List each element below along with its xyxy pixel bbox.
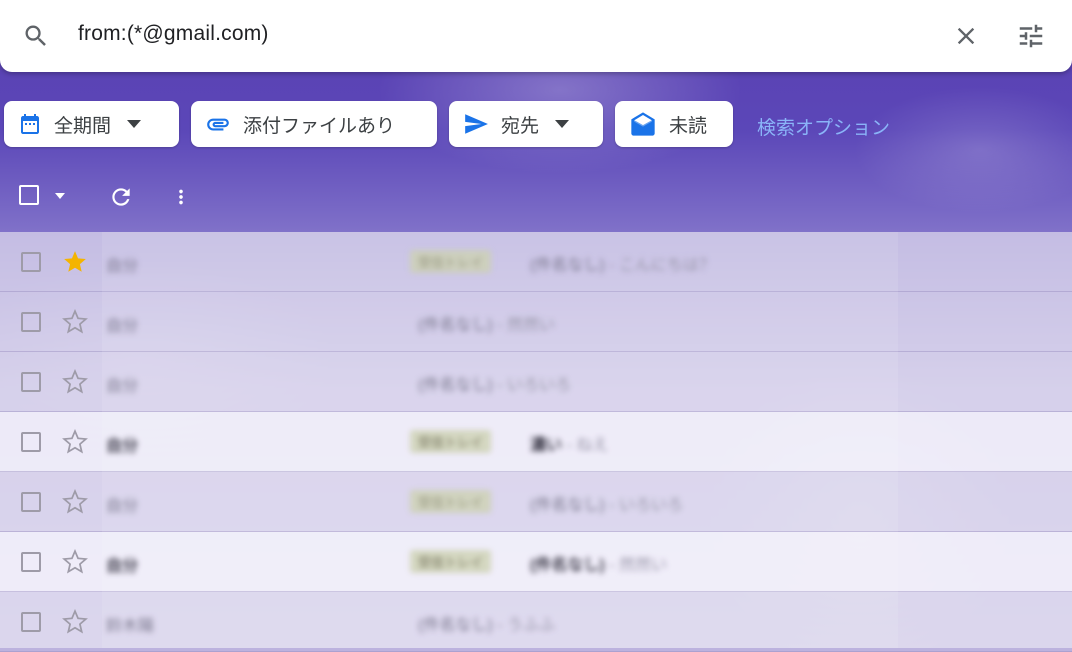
email-row[interactable]: 自分 受信トレイ (件名なし) - いろいろ [0,472,1072,532]
email-list: 自分 受信トレイ (件名なし) - こんにちは？ 自分 (件名なし) - 然然い 自分 (件… [0,232,1072,652]
subject-text: (件名なし) [418,317,493,334]
sender-name: 自分 [106,318,139,335]
search-options-icon[interactable] [1016,21,1046,51]
snippet-text: - ねえ [562,437,609,454]
row-content: 自分 受信トレイ (件名なし) - 然然い [0,532,1072,591]
subject-text: (件名なし) [418,377,493,394]
row-content: 自分 受信トレイ (件名なし) - こんにちは？ [0,232,1072,291]
label-badge: 受信トレイ [410,430,492,453]
row-content: 自分 受信トレイ (件名なし) - いろいろ [0,472,1072,531]
subject-text: 濃い [530,437,563,454]
row-content: 自分 受信トレイ 濃い - ねえ [0,412,1072,471]
search-input[interactable]: from:(*@gmail.com) [78,22,269,46]
sender-name: 自分 [106,438,139,455]
email-subject: (件名なし) - うふふ [418,611,555,635]
email-subject: (件名なし) - 然然い [530,551,667,575]
caret-down-icon [555,120,570,128]
to-chip[interactable]: 宛先 [449,101,603,147]
refresh-icon[interactable] [108,184,134,210]
snippet-text: - こんにちは？ [604,257,715,274]
attachment-icon [207,118,229,131]
snippet-text: - いろいろ [604,497,683,514]
email-subject: 濃い - ねえ [530,431,608,455]
subject-text: (件名なし) [530,557,605,574]
subject-text: (件名なし) [418,617,493,634]
search-icon[interactable] [22,22,50,50]
label-badge: 受信トレイ [410,490,492,513]
to-chip-label: 宛先 [501,115,540,137]
sender-name: 鈴木陽 [106,618,155,635]
calendar-icon [21,114,39,134]
subject-text: (件名なし) [530,257,605,274]
email-row[interactable]: 自分 受信トレイ 濃い - ねえ [0,412,1072,472]
send-icon [465,114,488,134]
caret-down-icon [127,120,142,128]
sender-name: 自分 [106,258,139,275]
select-caret-icon[interactable] [54,192,66,200]
row-content: 自分 (件名なし) - いろいろ [0,352,1072,411]
row-content: 自分 (件名なし) - 然然い [0,292,1072,351]
unread-chip[interactable]: 未読 [615,101,733,147]
email-subject: (件名なし) - こんにちは？ [530,251,715,275]
email-row[interactable]: 自分 受信トレイ (件名なし) - 然然い [0,532,1072,592]
search-bar: from:(*@gmail.com) [0,0,1072,72]
snippet-text: - 然然い [604,557,667,574]
sender-name: 自分 [106,558,139,575]
sender-name: 自分 [106,378,139,395]
snippet-text: - うふふ [492,617,555,634]
email-row[interactable]: 自分 受信トレイ (件名なし) - こんにちは？ [0,232,1072,292]
period-chip-label: 全期間 [54,115,112,137]
sender-name: 自分 [106,498,139,515]
email-subject: (件名なし) - いろいろ [418,371,571,395]
advanced-search-link[interactable]: 検索オプション [757,113,890,140]
period-chip[interactable]: 全期間 [4,101,179,147]
email-row[interactable]: 自分 (件名なし) - 然然い [0,292,1072,352]
email-row[interactable]: 鈴木陽 (件名なし) - うふふ [0,592,1072,652]
row-content: 鈴木陽 (件名なし) - うふふ [0,592,1072,651]
snippet-text: - いろいろ [492,377,571,394]
close-icon[interactable] [952,22,980,50]
unread-chip-label: 未読 [669,115,708,137]
email-subject: (件名なし) - いろいろ [530,491,683,515]
attachment-chip[interactable]: 添付ファイルあり [191,101,437,147]
email-row[interactable]: 自分 (件名なし) - いろいろ [0,352,1072,412]
label-badge: 受信トレイ [410,250,492,273]
subject-text: (件名なし) [530,497,605,514]
attachment-chip-label: 添付ファイルあり [243,115,396,137]
email-subject: (件名なし) - 然然い [418,311,555,335]
select-all-checkbox[interactable] [19,185,39,205]
more-vert-icon[interactable] [170,184,192,210]
snippet-text: - 然然い [492,317,555,334]
label-badge: 受信トレイ [410,550,492,573]
unread-mail-icon [631,112,655,136]
